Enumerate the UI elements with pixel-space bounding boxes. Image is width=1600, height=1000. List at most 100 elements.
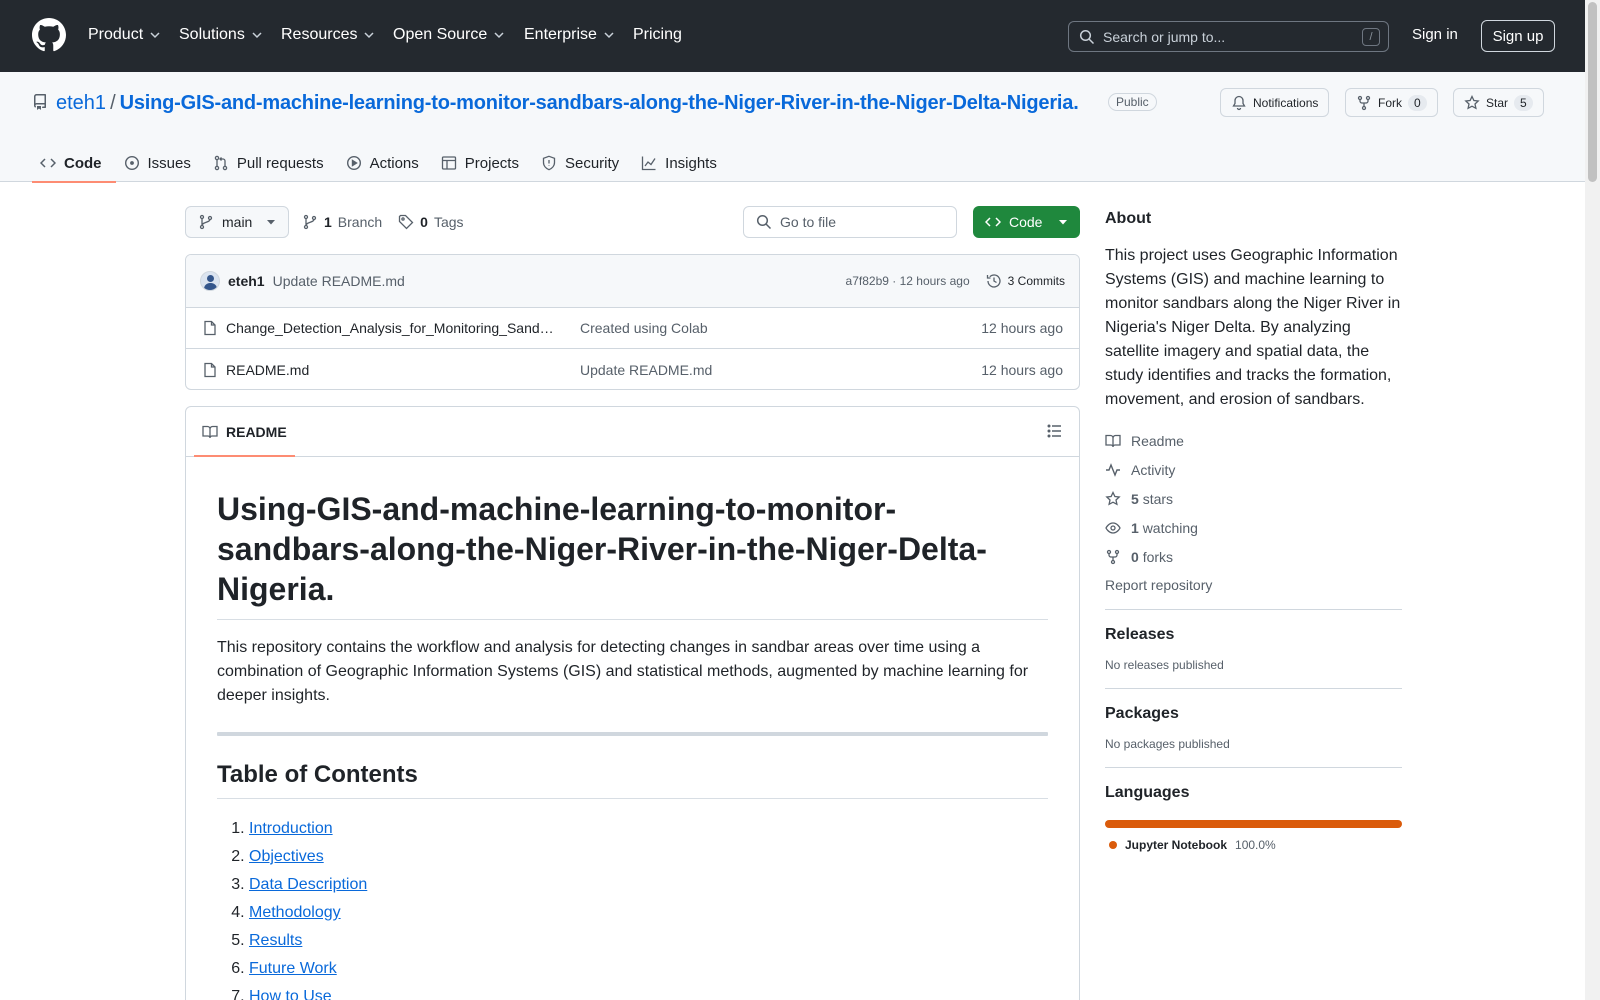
code-dropdown-button[interactable]: Code	[973, 206, 1080, 238]
toc-link-methodology[interactable]: Methodology	[249, 904, 341, 921]
tab-pull-requests[interactable]: Pull requests	[205, 144, 338, 182]
toc-link-data-description[interactable]: Data Description	[249, 876, 367, 893]
book-icon	[202, 425, 218, 438]
star-icon	[1464, 94, 1480, 110]
language-item[interactable]: Jupyter Notebook 100.0%	[1105, 838, 1402, 852]
branch-selector[interactable]: main	[185, 206, 289, 238]
readme-link[interactable]: Readme	[1105, 426, 1402, 455]
scrollbar-thumb[interactable]	[1588, 2, 1597, 182]
releases-heading[interactable]: Releases	[1105, 626, 1402, 644]
github-logo-icon[interactable]	[32, 18, 66, 52]
toc-link-introduction[interactable]: Introduction	[249, 820, 333, 837]
sign-in-link[interactable]: Sign in	[1412, 26, 1458, 43]
toc-heading: Table of Contents	[217, 760, 1048, 799]
language-percent: 100.0%	[1235, 838, 1276, 852]
branches-link[interactable]: 1 Branch	[302, 214, 382, 230]
outline-list-icon[interactable]	[1047, 423, 1063, 439]
file-commit-link[interactable]: Created using Colab	[580, 320, 708, 336]
notifications-label: Notifications	[1253, 95, 1319, 110]
tab-issues[interactable]: Issues	[116, 144, 205, 182]
packages-heading[interactable]: Packages	[1105, 705, 1402, 723]
file-name-link[interactable]: README.md	[226, 362, 556, 378]
tab-code[interactable]: Code	[32, 144, 116, 183]
tab-actions[interactable]: Actions	[338, 144, 433, 182]
readme-panel: README Using-GIS-and-machine-learning-to…	[185, 406, 1080, 1000]
pulse-icon	[1106, 462, 1120, 477]
activity-link-label: Activity	[1131, 461, 1176, 478]
nav-resources[interactable]: Resources	[281, 24, 375, 46]
sign-up-button[interactable]: Sign up	[1481, 20, 1555, 52]
bell-icon	[1232, 95, 1246, 110]
global-header: Product Solutions Resources Open Source …	[0, 0, 1585, 72]
tags-link[interactable]: 0 Tags	[398, 214, 464, 230]
list-item: Introduction	[249, 815, 1048, 843]
avatar[interactable]	[200, 271, 220, 291]
file-icon	[204, 320, 216, 336]
toc-link-results[interactable]: Results	[249, 932, 302, 949]
nav-solutions[interactable]: Solutions	[179, 24, 263, 46]
readme-tab[interactable]: README	[194, 407, 295, 457]
fork-icon	[1357, 95, 1371, 110]
stars-link[interactable]: 5 stars	[1105, 484, 1402, 513]
list-item: Future Work	[249, 955, 1048, 983]
repo-icon	[34, 94, 46, 110]
divider	[217, 732, 1048, 736]
toc-link-future-work[interactable]: Future Work	[249, 960, 337, 977]
pull-request-icon	[214, 155, 228, 171]
repo-tabs: Code Issues Pull requests Actions Projec…	[32, 144, 731, 183]
repo-name-link[interactable]: Using-GIS-and-machine-learning-to-monito…	[120, 90, 1079, 116]
notifications-button[interactable]: Notifications	[1220, 88, 1330, 117]
toc-link-how-to-use[interactable]: How to Use	[249, 988, 332, 1000]
commit-hash-time[interactable]: a7f82b9 · 12 hours ago	[846, 274, 970, 288]
nav-pricing-label: Pricing	[633, 26, 682, 43]
branch-count: 1	[324, 214, 332, 230]
fork-count: 0	[1408, 94, 1427, 111]
graph-icon	[642, 156, 656, 171]
go-to-file-input[interactable]: Go to file	[743, 206, 957, 238]
search-placeholder: Search or jump to...	[1103, 28, 1226, 45]
readme-intro: This repository contains the workflow an…	[217, 639, 1029, 704]
file-commit-link[interactable]: Update README.md	[580, 362, 712, 378]
chevron-down-icon	[604, 32, 614, 39]
eye-icon	[1105, 521, 1121, 534]
tab-insights-label: Insights	[665, 154, 717, 172]
nav-enterprise[interactable]: Enterprise	[524, 24, 615, 46]
list-item: Results	[249, 927, 1048, 955]
commit-message-link[interactable]: Update README.md	[273, 273, 405, 289]
nav-product[interactable]: Product	[88, 24, 161, 46]
report-repository-link[interactable]: Report repository	[1105, 577, 1402, 593]
repo-sidebar: About This project uses Geographic Infor…	[1105, 210, 1402, 852]
commits-history-link[interactable]: 3 Commits	[986, 273, 1065, 289]
file-row[interactable]: README.md Update README.md 12 hours ago	[186, 349, 1079, 389]
watchers-link[interactable]: 1 watching	[1105, 513, 1402, 542]
tab-projects-label: Projects	[464, 154, 519, 172]
nav-pricing[interactable]: Pricing	[633, 24, 682, 46]
readme-tab-label: README	[226, 423, 287, 440]
tab-actions-label: Actions	[369, 154, 419, 172]
search-input[interactable]: Search or jump to... /	[1068, 21, 1389, 52]
forks-count: 0	[1131, 548, 1139, 565]
star-button[interactable]: Star 5	[1453, 88, 1544, 117]
activity-link[interactable]: Activity	[1105, 455, 1402, 484]
table-icon	[441, 156, 456, 170]
tab-insights[interactable]: Insights	[633, 144, 731, 182]
commit-author-link[interactable]: eteh1	[228, 273, 265, 289]
list-item: Methodology	[249, 899, 1048, 927]
file-row[interactable]: Change_Detection_Analysis_for_Monitoring…	[186, 308, 1079, 349]
tab-security[interactable]: Security	[533, 144, 633, 182]
tab-projects[interactable]: Projects	[433, 144, 533, 182]
history-icon	[986, 274, 1001, 288]
nav-open-source[interactable]: Open Source	[393, 24, 505, 46]
toc-link-objectives[interactable]: Objectives	[249, 848, 324, 865]
star-label: Star	[1486, 95, 1509, 110]
issue-icon	[124, 155, 139, 171]
fork-icon	[1106, 549, 1120, 564]
repo-title: eteh1 / Using-GIS-and-machine-learning-t…	[56, 90, 1079, 116]
fork-button[interactable]: Fork 0	[1345, 88, 1438, 117]
nav-product-label: Product	[88, 26, 144, 43]
nav-enterprise-label: Enterprise	[524, 26, 597, 43]
file-name-link[interactable]: Change_Detection_Analysis_for_Monitoring…	[226, 320, 556, 336]
repo-owner-link[interactable]: eteh1	[56, 90, 106, 116]
star-count: 5	[1514, 94, 1533, 111]
forks-link[interactable]: 0 forks	[1105, 542, 1402, 571]
